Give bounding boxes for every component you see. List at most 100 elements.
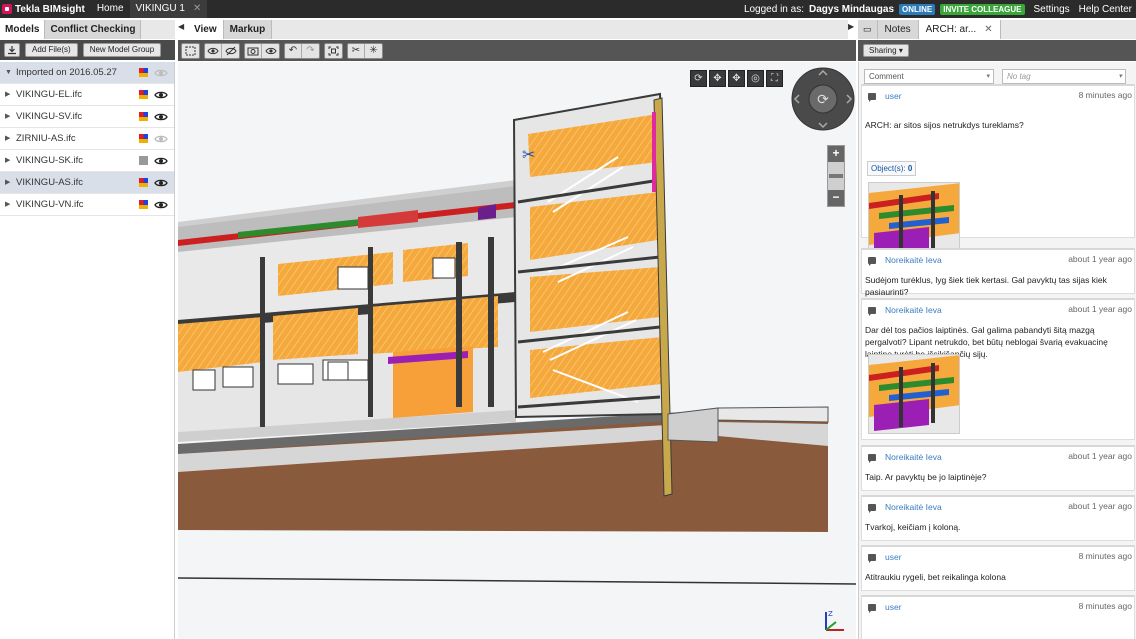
zoom-slider[interactable] xyxy=(829,174,843,178)
select-box-icon[interactable] xyxy=(182,44,199,58)
eye-icon[interactable] xyxy=(154,89,168,101)
right-panel-tabs: ▭ Notes ARCH: ar... ✕ xyxy=(858,20,1136,39)
expand-arrow-icon[interactable]: ▶ xyxy=(5,150,10,172)
visibility-tool-group xyxy=(204,42,240,59)
color-swatch-icon[interactable] xyxy=(139,90,148,99)
eye-icon[interactable] xyxy=(154,67,168,79)
close-tab-icon[interactable]: ✕ xyxy=(984,24,992,35)
navigation-wheel[interactable]: ⟳ xyxy=(791,67,855,131)
note-card[interactable]: Noreikaitė Ieva about 1 year ago Taip. Ar … xyxy=(861,445,1135,491)
fullscreen-icon[interactable]: ⛶ xyxy=(766,70,783,87)
fit-tool-group xyxy=(324,42,343,59)
note-card[interactable]: Noreikaitė Ieva about 1 year ago Sudėjom t… xyxy=(861,248,1135,297)
note-card[interactable]: user 8 minutes ago xyxy=(861,595,1135,639)
note-author[interactable]: Noreikaitė Ieva xyxy=(885,452,942,462)
color-swatch-icon[interactable] xyxy=(139,200,148,209)
measure-icon[interactable]: ✳ xyxy=(365,44,382,58)
note-card[interactable]: user 8 minutes ago Atitraukiu rygeli, bet … xyxy=(861,545,1135,591)
note-author[interactable]: Noreikaitė Ieva xyxy=(885,255,942,265)
camera-icon[interactable] xyxy=(245,43,262,58)
zoom-in-icon[interactable]: + xyxy=(828,146,844,162)
model-row[interactable]: ▶ VIKINGU-AS.ifc xyxy=(0,172,174,194)
note-card[interactable]: Noreikaitė Ieva about 1 year ago Dar dėl t… xyxy=(861,298,1135,440)
tab-home[interactable]: Home xyxy=(91,0,130,18)
redo-icon[interactable]: ↷ xyxy=(302,44,319,58)
expand-arrow-icon[interactable]: ▶ xyxy=(5,106,10,128)
eye-icon[interactable] xyxy=(154,177,168,189)
comment-icon xyxy=(868,257,876,266)
tag-select[interactable]: No tag ▾ xyxy=(1002,69,1126,84)
note-card[interactable]: Noreikaitė Ieva about 1 year ago Tvarkoj, … xyxy=(861,495,1135,541)
navigation-tools: ⟳ ✥ ✥ ◎ ⛶ xyxy=(690,70,783,87)
note-time: 8 minutes ago xyxy=(1078,551,1132,561)
building-model[interactable]: ✂ xyxy=(178,62,856,639)
note-type-select[interactable]: Comment ▾ xyxy=(864,69,994,84)
clip-plane-icon[interactable]: ✂ xyxy=(348,43,365,58)
note-author[interactable]: user xyxy=(885,552,902,562)
color-swatch-icon[interactable] xyxy=(139,178,148,187)
invite-colleague-button[interactable]: INVITE COLLEAGUE xyxy=(940,3,1025,15)
expand-arrow-icon[interactable]: ▼ xyxy=(5,62,12,84)
sharing-button[interactable]: Sharing ▾ xyxy=(863,44,909,57)
model-row[interactable]: ▶ VIKINGU-SV.ifc xyxy=(0,106,174,128)
objects-link[interactable]: Object(s): 0 xyxy=(867,161,917,176)
new-model-group-button[interactable]: New Model Group xyxy=(82,43,162,57)
orbit-icon[interactable]: ⟳ xyxy=(690,70,707,87)
collapse-right-panel-icon[interactable]: ▶ xyxy=(848,22,856,36)
settings-link[interactable]: Settings xyxy=(1034,4,1070,15)
note-author[interactable]: Noreikaitė Ieva xyxy=(885,502,942,512)
expand-arrow-icon[interactable]: ▶ xyxy=(5,84,10,106)
show-selected-icon[interactable] xyxy=(205,43,222,58)
model-row[interactable]: ▶ VIKINGU-VN.ifc xyxy=(0,194,174,216)
user-name[interactable]: Dagys Mindaugas xyxy=(809,4,894,15)
note-time: about 1 year ago xyxy=(1068,304,1132,314)
tab-markup[interactable]: Markup xyxy=(223,20,273,39)
fit-icon[interactable] xyxy=(325,44,342,58)
move-icon[interactable]: ✥ xyxy=(728,70,745,87)
model-row[interactable]: ▶ VIKINGU-EL.ifc xyxy=(0,84,174,106)
tab-project[interactable]: VIKINGU 1 ✕ xyxy=(129,0,208,18)
eye-icon[interactable] xyxy=(154,199,168,211)
tab-models[interactable]: Models xyxy=(0,20,46,39)
eye-icon[interactable] xyxy=(154,155,168,167)
download-icon[interactable] xyxy=(4,43,20,57)
model-group-row[interactable]: ▼ Imported on 2016.05.27 xyxy=(0,62,174,84)
tab-notes[interactable]: Notes xyxy=(877,20,919,39)
note-type-value: Comment xyxy=(869,72,904,81)
color-swatch-icon[interactable] xyxy=(139,68,148,77)
note-author[interactable]: Noreikaitė Ieva xyxy=(885,305,942,315)
eye-icon[interactable] xyxy=(154,133,168,145)
close-tab-icon[interactable]: ✕ xyxy=(193,3,201,14)
note-author[interactable]: user xyxy=(885,91,902,101)
add-files-button[interactable]: Add File(s) xyxy=(25,43,78,57)
expand-arrow-icon[interactable]: ▶ xyxy=(5,172,10,194)
eye-icon[interactable] xyxy=(154,111,168,123)
color-swatch-icon[interactable] xyxy=(139,112,148,121)
color-swatch-icon[interactable] xyxy=(139,156,148,165)
tab-view[interactable]: View xyxy=(188,20,224,39)
hide-selected-icon[interactable] xyxy=(222,44,239,58)
model-row[interactable]: ▶ ZIRNIU-AS.ifc xyxy=(0,128,174,150)
model-row[interactable]: ▶ VIKINGU-SK.ifc xyxy=(0,150,174,172)
collapse-left-panel-icon[interactable]: ◀ xyxy=(178,22,186,36)
note-time: about 1 year ago xyxy=(1068,451,1132,461)
pan-icon[interactable]: ✥ xyxy=(709,70,726,87)
tab-note-detail[interactable]: ARCH: ar... ✕ xyxy=(918,20,1001,39)
note-screenshot-thumbnail[interactable] xyxy=(868,354,960,434)
3d-viewport[interactable]: ✂ Z xyxy=(178,62,856,639)
tab-conflict-checking[interactable]: Conflict Checking xyxy=(45,20,142,39)
note-card[interactable]: user 8 minutes ago ARCH: ar sitos sijos ne… xyxy=(861,84,1135,262)
color-swatch-icon[interactable] xyxy=(139,134,148,143)
undo-icon[interactable]: ↶ xyxy=(285,43,302,58)
svg-text:⟳: ⟳ xyxy=(817,92,829,108)
note-author[interactable]: user xyxy=(885,602,902,612)
expand-arrow-icon[interactable]: ▶ xyxy=(5,194,10,216)
view-eye-icon[interactable] xyxy=(262,44,279,58)
axis-icon: Z xyxy=(818,608,850,638)
zoom-out-icon[interactable]: − xyxy=(828,190,844,206)
expand-arrow-icon[interactable]: ▶ xyxy=(5,128,10,150)
help-center-link[interactable]: Help Center xyxy=(1079,4,1132,15)
panel-icon[interactable]: ▭ xyxy=(858,20,878,39)
look-icon[interactable]: ◎ xyxy=(747,70,764,87)
clip-tool-group: ✂ ✳ xyxy=(347,42,383,59)
